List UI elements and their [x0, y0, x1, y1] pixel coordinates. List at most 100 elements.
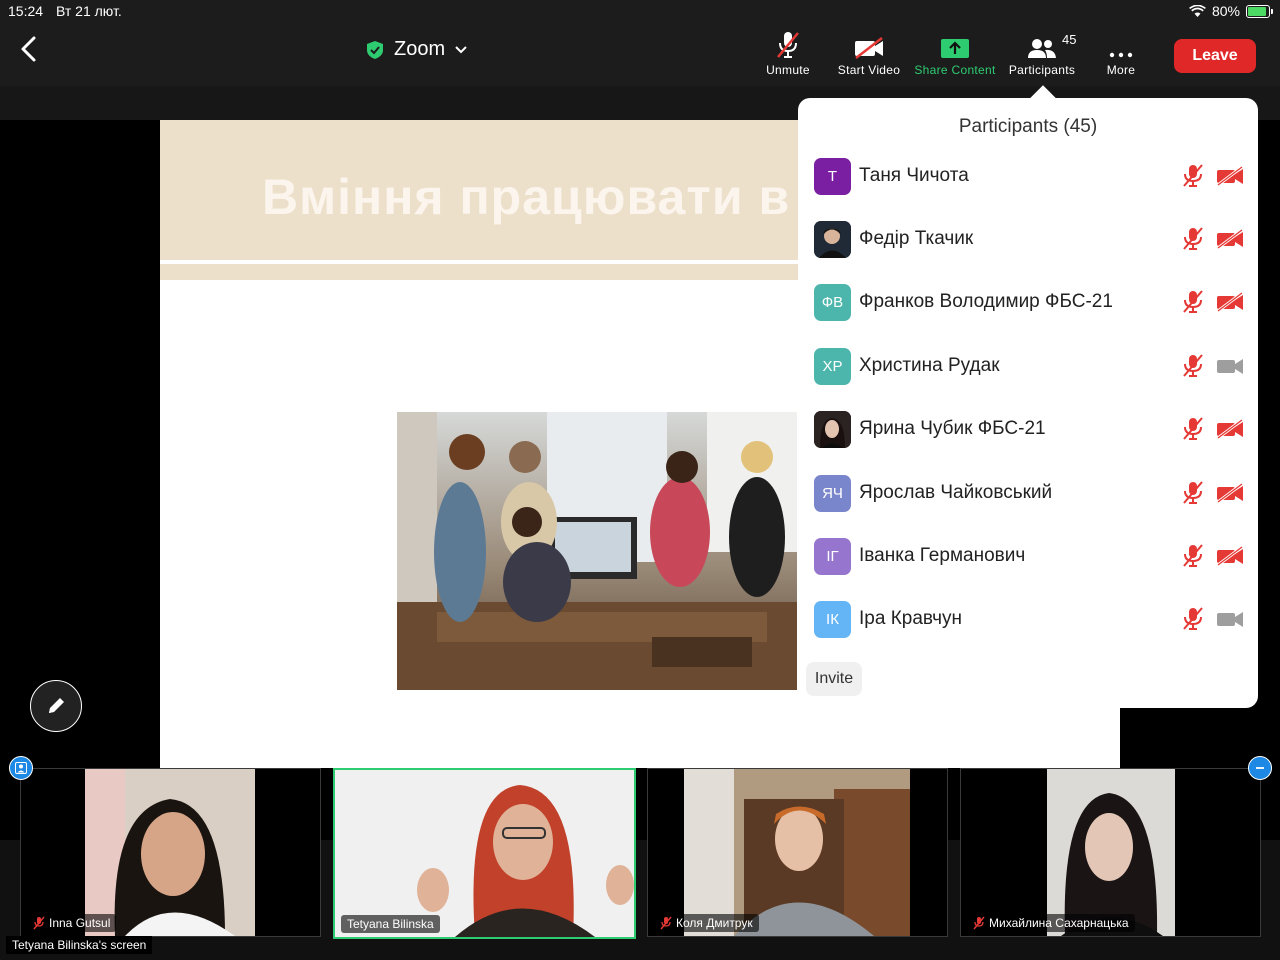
avatar: ФВ	[814, 283, 851, 321]
participant-name: Федір Ткачик	[859, 228, 974, 249]
chevron-left-icon	[21, 36, 36, 62]
minus-icon	[1256, 767, 1264, 769]
slide-photo	[397, 412, 797, 690]
video-off-icon	[855, 37, 883, 59]
video-off-icon	[1217, 546, 1243, 566]
start-video-button[interactable]: Start Video	[833, 30, 905, 77]
person-icon	[15, 762, 27, 774]
video-tile[interactable]: Михайлина Сахарнацька	[960, 768, 1261, 937]
share-screen-icon	[941, 39, 969, 58]
share-content-label: Share Content	[914, 63, 996, 77]
video-off-icon	[1217, 483, 1243, 503]
video-off-icon	[1217, 166, 1243, 186]
status-bar: 15:24 Вт 21 лют. 80%	[0, 0, 1280, 22]
participant-video	[85, 769, 255, 936]
microphone-muted-icon	[1183, 607, 1203, 630]
share-content-button[interactable]: Share Content	[911, 30, 999, 77]
participants-panel-title: Participants (45)	[958, 116, 1098, 137]
more-button[interactable]: More	[1100, 30, 1142, 77]
participants-label: Participants	[1008, 63, 1076, 77]
video-on-icon	[1217, 359, 1243, 374]
app-title: Zoom	[394, 38, 446, 60]
more-dots-icon	[1109, 52, 1133, 58]
chevron-down-icon	[455, 45, 467, 53]
status-right: 80%	[1189, 3, 1273, 19]
participant-row[interactable]: ФВ Франков Володимир ФБС-21	[814, 282, 1244, 322]
status-time: 15:24	[8, 3, 44, 19]
meeting-toolbar: Zoom Unmute Start Video Share Content 45…	[0, 22, 1280, 86]
avatar: ІГ	[814, 537, 851, 575]
avatar	[814, 220, 851, 258]
microphone-muted-icon	[660, 916, 672, 930]
participant-row[interactable]: ІК Іра Кравчун	[814, 599, 1244, 639]
participant-name-tag: Inna Gutsul	[27, 914, 117, 932]
participant-row[interactable]: Федір Ткачик	[814, 219, 1244, 259]
video-tile[interactable]: Коля Дмитрук	[647, 768, 948, 937]
participant-video	[335, 770, 634, 937]
leave-button[interactable]: Leave	[1174, 39, 1256, 73]
participants-button[interactable]: 45 Participants	[1004, 30, 1080, 77]
participant-name: Таня Чичота	[859, 165, 969, 186]
participant-name-tag: Михайлина Сахарнацька	[967, 914, 1135, 932]
participant-row[interactable]: ІГ Іванка Германович	[814, 536, 1244, 576]
avatar: ЯЧ	[814, 474, 851, 512]
participant-video	[684, 769, 910, 936]
participant-name: Tetyana Bilinska	[347, 917, 434, 931]
participant-name: Коля Дмитрук	[676, 916, 753, 930]
battery-percent: 80%	[1211, 3, 1240, 19]
screen-share-label: Tetyana Bilinska's screen	[6, 936, 153, 954]
invite-button[interactable]: Invite	[806, 662, 862, 696]
video-off-icon	[1217, 419, 1243, 439]
microphone-muted-icon	[1183, 290, 1203, 313]
microphone-muted-icon	[1183, 227, 1203, 250]
microphone-muted-icon	[1183, 417, 1203, 440]
view-mode-button[interactable]	[9, 756, 33, 780]
back-button[interactable]	[16, 34, 42, 64]
microphone-muted-icon	[1183, 481, 1203, 504]
avatar: ХР	[814, 347, 851, 385]
participant-video	[1047, 769, 1175, 936]
shield-check-icon	[367, 40, 383, 59]
video-on-icon	[1217, 612, 1243, 627]
participant-row[interactable]: ЯЧ Ярослав Чайковський	[814, 473, 1244, 513]
participants-panel: Participants (45) Т Таня Чичота Федір Тк…	[798, 98, 1258, 708]
unmute-button[interactable]: Unmute	[762, 30, 814, 77]
more-label: More	[1106, 63, 1136, 77]
participant-name: Ярина Чубик ФБС-21	[859, 418, 1046, 439]
microphone-muted-icon	[973, 916, 985, 930]
microphone-muted-icon	[777, 32, 799, 58]
participants-count: 45	[1062, 32, 1077, 47]
participants-icon	[1028, 39, 1056, 58]
microphone-muted-icon	[1183, 354, 1203, 377]
wifi-icon	[1189, 5, 1206, 17]
unmute-label: Unmute	[766, 63, 810, 77]
participant-name: Іра Кравчун	[859, 608, 963, 629]
avatar: ІК	[814, 600, 851, 638]
avatar	[814, 410, 851, 448]
participant-row[interactable]: ХР Христина Рудак	[814, 346, 1244, 386]
annotate-button[interactable]	[30, 680, 82, 732]
microphone-muted-icon	[1183, 544, 1203, 567]
participant-row[interactable]: Т Таня Чичота	[814, 156, 1244, 196]
pencil-icon	[49, 698, 64, 713]
microphone-muted-icon	[33, 916, 45, 930]
microphone-muted-icon	[1183, 164, 1203, 187]
video-tile[interactable]: Inna Gutsul	[20, 768, 321, 937]
participant-name: Франков Володимир ФБС-21	[859, 291, 1113, 312]
video-tile-active-speaker[interactable]: Tetyana Bilinska	[333, 768, 636, 939]
minimize-thumbnails-button[interactable]	[1248, 756, 1272, 780]
battery-icon	[1246, 4, 1273, 18]
status-date: Вт 21 лют.	[56, 3, 122, 19]
start-video-label: Start Video	[837, 63, 901, 77]
slide-title: Вміння працювати в	[262, 169, 791, 225]
participant-name: Михайлина Сахарнацька	[989, 916, 1129, 930]
participant-name: Христина Рудак	[859, 355, 1000, 376]
meeting-title[interactable]: Zoom	[366, 38, 467, 61]
participant-name: Іванка Германович	[859, 545, 1026, 566]
participant-row[interactable]: Ярина Чубик ФБС-21	[814, 409, 1244, 449]
participant-name-tag: Tetyana Bilinska	[341, 915, 440, 933]
avatar: Т	[814, 157, 851, 195]
video-off-icon	[1217, 292, 1243, 312]
video-off-icon	[1217, 229, 1243, 249]
participant-name-tag: Коля Дмитрук	[654, 914, 759, 932]
